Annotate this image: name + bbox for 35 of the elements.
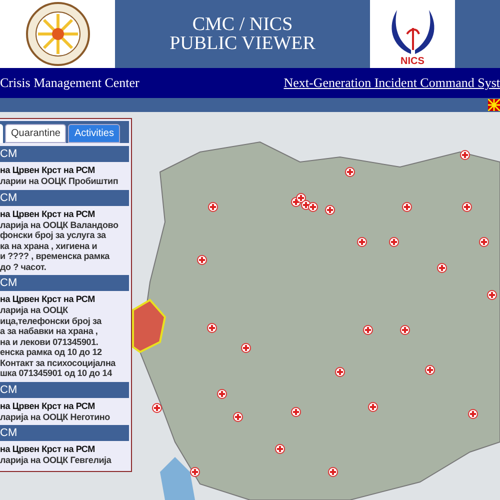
- activity-header: CM: [0, 275, 129, 291]
- app-title: CMC / NICS: [192, 15, 293, 34]
- panel-tab[interactable]: Activities: [68, 124, 120, 143]
- lake-drawing: [160, 457, 195, 500]
- activity-text: а за набавки на храна ,: [0, 326, 99, 336]
- activity-text: шка 071345901 од 10 до 14: [0, 368, 114, 378]
- tab-edge[interactable]: [0, 124, 3, 143]
- app-title: PUBLIC VIEWER: [170, 34, 316, 53]
- activity-text: до ? часот.: [0, 262, 48, 272]
- activity-text: на и лекови 071345901.: [0, 336, 100, 347]
- activity-title: на Црвен Крст на РСМ: [0, 400, 96, 412]
- activity-text: енска рамка од 10 до 12: [0, 347, 103, 358]
- activity-text: ларија на ООЦК Гевгелија: [0, 455, 112, 466]
- activity-text: ка на храна , хигиена и: [0, 240, 98, 251]
- activity-header: CM: [0, 146, 129, 162]
- activity-text: ларија на ООЦК Неготино: [0, 412, 111, 422]
- activity-title: на Црвен Крст на РСМ: [0, 165, 96, 176]
- activity-header: CM: [0, 382, 129, 398]
- logo-text: NICS: [400, 56, 424, 67]
- org-name: Crisis Management Center: [0, 75, 140, 91]
- activity-header: CM: [0, 190, 129, 206]
- nics-link[interactable]: Next-Generation Incident Command Syst: [284, 75, 500, 91]
- activity-text: Контакт за психосоцијална: [0, 358, 117, 368]
- panel-tab[interactable]: Quarantine: [5, 124, 66, 143]
- activity-title: на Црвен Крст на РСМ: [0, 444, 96, 455]
- activity-text: ларија на ООЦК: [0, 305, 69, 316]
- activity-text: фонски број за услуга за: [0, 230, 107, 240]
- activity-text: ларии на ООЦК Пробиштип: [0, 176, 120, 186]
- activity-text: ларија на ООЦК Валандово: [0, 220, 120, 230]
- activity-title: на Црвен Крст на РСМ: [0, 294, 96, 305]
- activity-text: и ???? , временска рамка: [0, 251, 111, 262]
- flag-icon: [488, 99, 500, 111]
- activity-text: ица,телефонски број за: [0, 316, 103, 326]
- activity-title: на Црвен Крст на РСМ: [0, 208, 96, 220]
- activity-header: CM: [0, 425, 129, 441]
